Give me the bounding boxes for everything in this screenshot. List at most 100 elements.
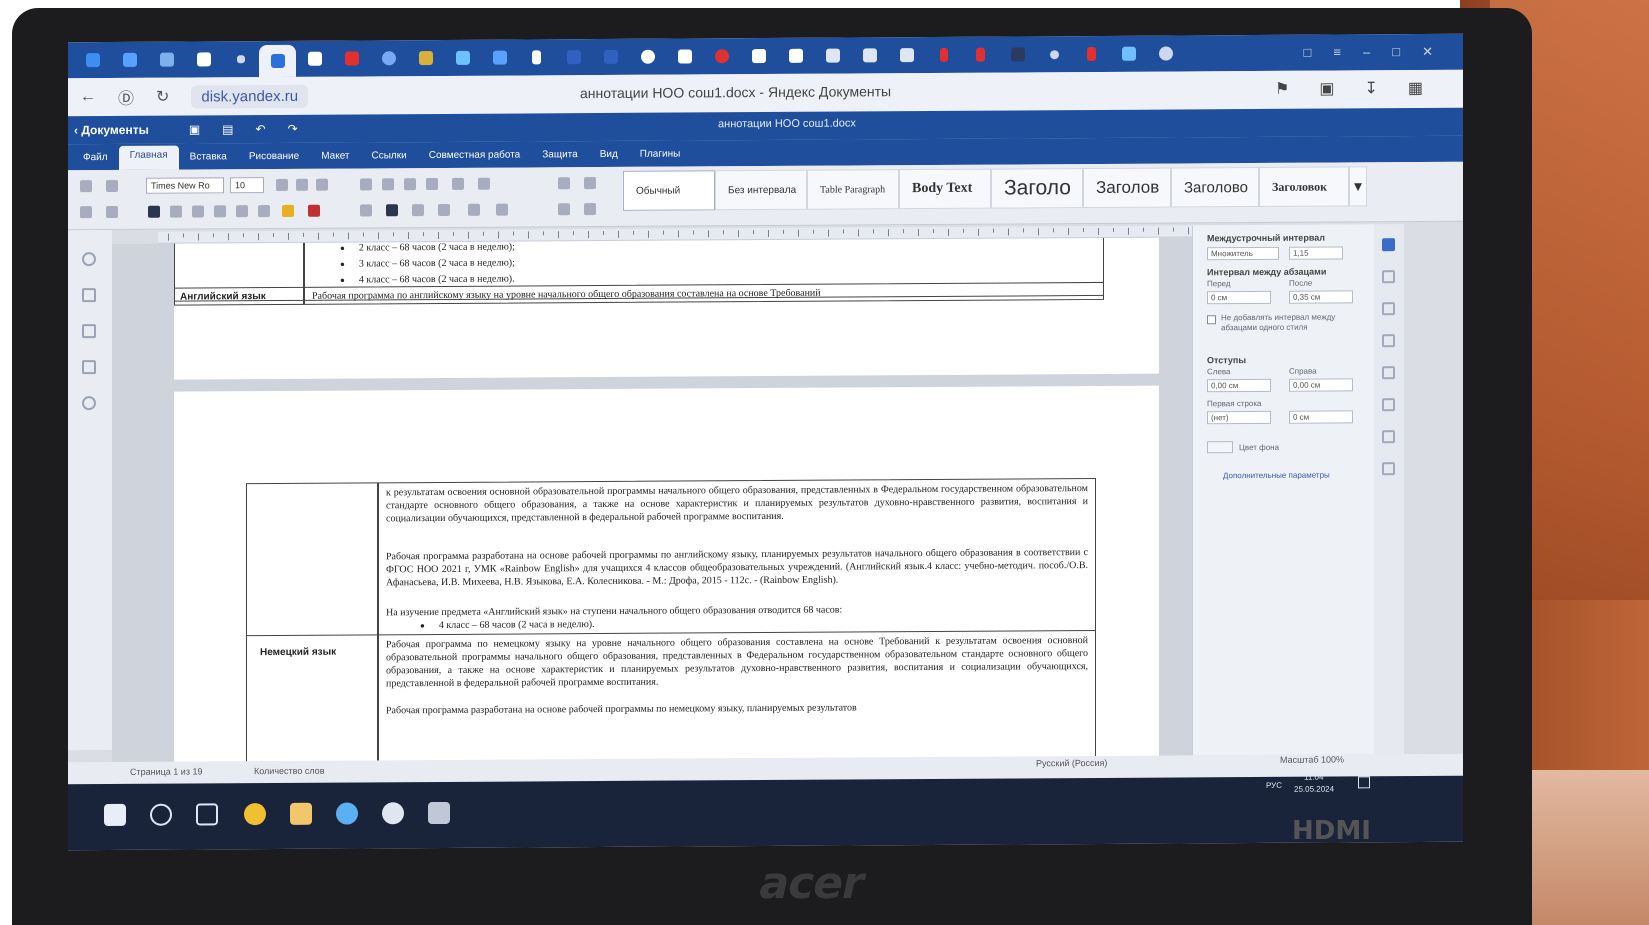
style-heading-3[interactable]: Заголово xyxy=(1171,166,1259,208)
browser-tab[interactable] xyxy=(407,44,444,72)
shape-settings-icon[interactable] xyxy=(1382,366,1395,380)
align-center-icon[interactable] xyxy=(412,204,424,217)
browser-tab[interactable] xyxy=(592,43,629,71)
close-icon[interactable]: ✕ xyxy=(1422,44,1433,60)
print-icon[interactable]: ▤ xyxy=(222,122,233,136)
line-spacing-select[interactable]: Множитель xyxy=(1207,246,1279,261)
browser-tab[interactable] xyxy=(814,41,851,69)
line-spacing-icon[interactable] xyxy=(478,177,490,190)
browser-tab[interactable] xyxy=(518,43,555,71)
clock-date[interactable]: 25.05.2024 xyxy=(1294,785,1334,794)
bookmark-icon[interactable]: ⚑ xyxy=(1275,79,1289,99)
style-heading-1[interactable]: Заголо xyxy=(991,168,1083,209)
browser-tab[interactable] xyxy=(999,40,1036,68)
bg-color-swatch[interactable] xyxy=(1207,441,1233,454)
highlight-icon[interactable] xyxy=(282,204,294,217)
dont-add-spacing-checkbox[interactable] xyxy=(1207,315,1216,325)
browser-tab[interactable] xyxy=(74,46,111,74)
document-page[interactable]: к результатам освоения основной образова… xyxy=(174,385,1159,764)
outline-icon[interactable] xyxy=(82,360,96,375)
right-indent-input[interactable]: 0,00 см xyxy=(1289,378,1353,392)
paragraph-settings-icon[interactable] xyxy=(1382,238,1395,252)
puzzle-icon[interactable]: ▦ xyxy=(1408,78,1423,98)
browser-tab[interactable] xyxy=(740,42,777,70)
browser-tab[interactable] xyxy=(888,41,925,69)
tab-protection[interactable]: Защита xyxy=(531,145,588,164)
back-to-documents-button[interactable]: ‹ Документы xyxy=(74,123,149,137)
browser-tab[interactable] xyxy=(444,44,481,72)
decrease-indent-icon[interactable] xyxy=(426,178,438,191)
browser-tab[interactable] xyxy=(370,44,407,72)
header-footer-icon[interactable] xyxy=(1382,334,1395,348)
browser-tab[interactable] xyxy=(481,44,518,72)
browser-tab[interactable] xyxy=(148,46,185,74)
tab-layout[interactable]: Макет xyxy=(310,146,360,165)
align-justify-icon[interactable] xyxy=(386,204,398,217)
browser-tab[interactable] xyxy=(111,46,148,74)
menu-icon[interactable]: ≡ xyxy=(1333,44,1341,60)
first-line-input[interactable]: 0 см xyxy=(1289,410,1353,424)
file-explorer-icon[interactable] xyxy=(290,802,312,825)
minimize-icon[interactable]: – xyxy=(1363,44,1370,60)
document-page[interactable]: 2 класс – 68 часов (2 часа в неделю); 3 … xyxy=(174,237,1159,380)
style-heading-4[interactable]: Заголовок xyxy=(1259,166,1349,207)
download-icon[interactable]: ↧ xyxy=(1364,78,1377,98)
align-right-icon[interactable] xyxy=(438,203,450,217)
task-view-icon[interactable] xyxy=(196,803,218,826)
browser-tab[interactable] xyxy=(296,45,333,73)
drive-icon[interactable] xyxy=(244,803,266,826)
advanced-settings-link[interactable]: Дополнительные параметры xyxy=(1223,471,1330,481)
borders-icon[interactable] xyxy=(584,203,596,216)
browser-tab[interactable] xyxy=(629,43,666,71)
subscript-icon[interactable] xyxy=(258,205,270,218)
clock-time[interactable]: 11:04 xyxy=(1304,773,1323,782)
fill-icon[interactable] xyxy=(584,177,596,190)
reload-icon[interactable]: ↻ xyxy=(156,87,169,107)
underline-icon[interactable] xyxy=(192,205,204,218)
browser-tab[interactable] xyxy=(666,42,703,70)
textart-icon[interactable] xyxy=(1382,430,1395,444)
browser-tab[interactable] xyxy=(1073,40,1110,68)
style-body-text[interactable]: Body Text xyxy=(899,168,991,210)
align-left-icon[interactable] xyxy=(360,204,372,217)
tab-view[interactable]: Вид xyxy=(589,144,629,163)
tabs-icon[interactable]: □ xyxy=(1304,45,1312,61)
info-icon[interactable] xyxy=(82,396,96,411)
back-arrow-icon[interactable]: ← xyxy=(80,88,96,106)
italic-icon[interactable] xyxy=(170,205,182,218)
windows-start-icon[interactable] xyxy=(104,803,126,827)
strikethrough-icon[interactable] xyxy=(214,205,226,218)
keyboard-language[interactable]: РУС xyxy=(1266,781,1282,790)
search-icon[interactable] xyxy=(150,803,172,826)
word-count[interactable]: Количество слов xyxy=(254,766,324,776)
clear-format-icon[interactable] xyxy=(558,177,570,190)
copy-style-icon[interactable] xyxy=(558,203,570,216)
signature-icon[interactable] xyxy=(1382,398,1395,412)
cut-icon[interactable] xyxy=(106,179,118,193)
left-indent-input[interactable]: 0,00 см xyxy=(1207,378,1271,393)
spacing-after-input[interactable]: 0,35 см xyxy=(1289,290,1353,304)
yandex-browser-icon[interactable] xyxy=(382,802,404,825)
font-name-select[interactable]: Times New Ro xyxy=(146,177,224,194)
style-normal[interactable]: Обычный xyxy=(623,170,715,211)
format-painter-icon[interactable] xyxy=(106,205,118,219)
zoom-level[interactable]: Масштаб 100% xyxy=(1280,754,1344,764)
paragraph-marks-icon[interactable] xyxy=(468,203,480,216)
browser-tab[interactable] xyxy=(222,45,259,73)
comments-icon[interactable] xyxy=(82,288,96,303)
tab-file[interactable]: Файл xyxy=(72,147,119,166)
browser-tab[interactable] xyxy=(703,42,740,70)
browser-tab[interactable] xyxy=(777,42,814,70)
style-table-paragraph[interactable]: Table Paragraph xyxy=(807,169,899,210)
tab-draw[interactable]: Рисование xyxy=(238,146,310,165)
line-spacing-input[interactable]: 1,15 xyxy=(1289,246,1343,260)
tab-insert[interactable]: Вставка xyxy=(179,147,238,166)
style-no-spacing[interactable]: Без интервала xyxy=(715,169,807,211)
shrink-font-icon[interactable] xyxy=(296,178,308,191)
undo-icon[interactable]: ↶ xyxy=(256,122,266,136)
weather-icon[interactable] xyxy=(336,802,358,825)
extension-icon[interactable]: ▣ xyxy=(1319,79,1334,99)
url-field[interactable]: disk.yandex.ru xyxy=(191,84,309,109)
browser-tab-active[interactable] xyxy=(259,44,296,78)
browser-tab[interactable] xyxy=(925,41,962,69)
